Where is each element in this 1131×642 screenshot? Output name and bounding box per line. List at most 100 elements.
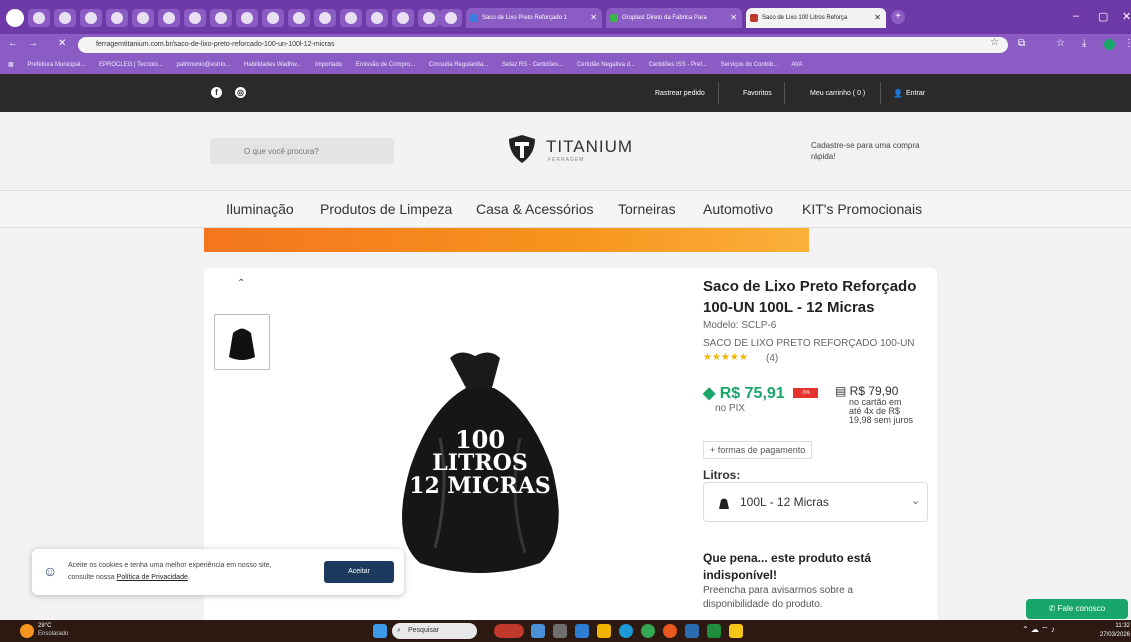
product-thumbnail[interactable] — [214, 314, 270, 370]
bookmark-item[interactable]: EPROCLEG | Tecnolo... — [99, 62, 163, 68]
taskbar-app-icon[interactable] — [663, 624, 677, 638]
pinned-tab[interactable] — [392, 9, 414, 27]
review-count[interactable]: (4) — [766, 353, 778, 364]
unavailable-title: Que pena... este produto está indisponív… — [703, 551, 872, 582]
menu-item-iluminacao[interactable]: Iluminação — [226, 201, 294, 217]
pix-icon: ◆ — [703, 385, 720, 402]
restore-icon[interactable]: ▢ — [1098, 10, 1108, 23]
weather-temp[interactable]: 28°C — [38, 623, 51, 629]
apps-icon[interactable]: ▦ — [8, 62, 14, 68]
tray-icons[interactable]: ⌃ ☁ ⌔ ♪ — [1022, 625, 1055, 635]
pinned-tab[interactable] — [366, 9, 388, 27]
bookmark-icon[interactable]: ☆ — [1056, 38, 1065, 49]
pinned-tab[interactable] — [340, 9, 362, 27]
installments-info: no cartão em até 4x de R$ 19,98 sem juros — [849, 398, 921, 425]
track-order-link[interactable]: Rastrear pedido — [655, 86, 705, 102]
close-icon[interactable]: ✕ — [730, 8, 737, 28]
profile-icon[interactable] — [1104, 39, 1115, 50]
pinned-tab[interactable] — [132, 9, 154, 27]
facebook-icon[interactable]: f — [211, 87, 222, 98]
accept-cookies-button[interactable]: Aceitar — [324, 561, 394, 583]
taskbar-app-icon[interactable] — [575, 624, 589, 638]
browser-tab-active[interactable]: Saco de Lixo 100 Litros Reforça ✕ — [746, 8, 886, 28]
site-logo[interactable]: TITANIUM FERRAGEM — [508, 134, 632, 167]
bookmark-item[interactable]: Certidão Negativa d... — [577, 62, 635, 68]
cart-link[interactable]: Meu carrinho ( 0 ) — [810, 86, 865, 102]
taskbar-app-icon[interactable] — [729, 624, 743, 638]
menu-item-automotivo[interactable]: Automotivo — [703, 201, 773, 217]
menu-item-kits[interactable]: KIT's Promocionais — [802, 201, 922, 217]
extensions-icon[interactable]: ⧉ — [1018, 38, 1025, 49]
pinned-tab[interactable] — [314, 9, 336, 27]
product-main-image[interactable]: 100 LITROS 12 MICRAS — [380, 348, 580, 578]
chevron-up-icon[interactable]: ⌃ — [237, 278, 245, 289]
pinned-tab[interactable] — [236, 9, 258, 27]
signup-link[interactable]: Cadastre-se para uma compra rápida! — [811, 140, 921, 162]
bookmark-item[interactable]: Emissão de Compro... — [356, 62, 415, 68]
pinned-tab[interactable] — [106, 9, 128, 27]
favorites-link[interactable]: Favoritos — [743, 86, 772, 102]
bookmark-item[interactable]: patrimonio@estrio... — [177, 62, 231, 68]
login-link[interactable]: Entrar — [906, 86, 925, 102]
pinned-tab[interactable] — [158, 9, 180, 27]
clock-time[interactable]: 11:32 — [1098, 623, 1130, 629]
download-icon[interactable]: ⤓ — [1082, 38, 1086, 49]
search-input[interactable] — [210, 138, 394, 164]
taskbar-app-icon[interactable] — [494, 624, 524, 638]
taskbar-search[interactable]: ⌕ Pesquisar — [392, 623, 477, 639]
pinned-tab[interactable] — [80, 9, 102, 27]
forward-icon[interactable]: → — [28, 38, 38, 49]
profile-avatar[interactable] — [6, 9, 24, 27]
taskbar-app-icon[interactable] — [707, 624, 721, 638]
menu-item-casa[interactable]: Casa & Acessórios — [476, 201, 594, 217]
stop-icon[interactable]: ✕ — [58, 38, 66, 49]
url-text: ferragemtitanium.com.br/saco-de-lixo-pre… — [96, 41, 335, 48]
pinned-tab[interactable] — [288, 9, 310, 27]
bookmark-item[interactable]: Certidões ISS - Pref... — [649, 62, 707, 68]
pinned-tab[interactable] — [54, 9, 76, 27]
address-bar-row: ← → ✕ ferragemtitanium.com.br/saco-de-li… — [0, 34, 1131, 56]
bookmark-item[interactable]: Prefeitura Municipal... — [27, 62, 85, 68]
taskbar-app-icon[interactable] — [597, 624, 611, 638]
url-field[interactable]: ferragemtitanium.com.br/saco-de-lixo-pre… — [78, 37, 1008, 53]
close-icon[interactable]: ✕ — [874, 8, 881, 28]
taskbar-app-icon[interactable] — [641, 624, 655, 638]
minimize-icon[interactable]: – — [1073, 10, 1079, 22]
start-icon[interactable] — [373, 624, 387, 638]
menu-icon[interactable]: ⋮ — [1124, 38, 1131, 49]
taskbar-app-icon[interactable] — [685, 624, 699, 638]
pinned-tab[interactable] — [210, 9, 232, 27]
site-top-bar: f ◎ Rastrear pedido Favoritos Meu carrin… — [0, 74, 1131, 112]
liters-select[interactable]: 100L - 12 Micras ⌄ — [703, 482, 928, 522]
pinned-tab[interactable] — [440, 9, 462, 27]
pinned-tab[interactable] — [28, 9, 50, 27]
browser-tab[interactable]: Gruplast Direto da Fabrica Para ✕ — [606, 8, 742, 28]
instagram-icon[interactable]: ◎ — [235, 87, 246, 98]
clock-date[interactable]: 27/03/2026 — [1088, 632, 1130, 638]
new-tab-button[interactable]: + — [891, 10, 905, 24]
close-window-icon[interactable]: ✕ — [1122, 10, 1131, 23]
pinned-tab[interactable] — [184, 9, 206, 27]
menu-item-limpeza[interactable]: Produtos de Limpeza — [320, 201, 452, 217]
taskbar-app-icon[interactable] — [531, 624, 545, 638]
cookie-icon: ☺ — [43, 563, 58, 579]
bookmark-item[interactable]: Importado — [315, 62, 342, 68]
close-icon[interactable]: ✕ — [590, 8, 597, 28]
privacy-policy-link[interactable]: Política de Privacidade — [117, 574, 188, 581]
taskbar-app-icon[interactable] — [619, 624, 633, 638]
bookmark-item[interactable]: Sefaz RS - Certidões... — [502, 62, 563, 68]
menu-item-torneiras[interactable]: Torneiras — [618, 201, 676, 217]
pinned-tab[interactable] — [418, 9, 440, 27]
promo-banner[interactable] — [204, 228, 809, 252]
back-icon[interactable]: ← — [8, 38, 18, 49]
star-icon[interactable]: ☆ — [990, 37, 999, 48]
bookmark-item[interactable]: Serviços do Contrib... — [721, 62, 778, 68]
pinned-tab[interactable] — [262, 9, 284, 27]
bookmark-item[interactable]: Habilidades Wadhw... — [244, 62, 301, 68]
taskbar-app-icon[interactable] — [553, 624, 567, 638]
bookmark-item[interactable]: AVA — [791, 62, 802, 68]
payment-options-button[interactable]: + formas de pagamento — [703, 441, 813, 459]
bookmark-item[interactable]: Consulta Regularida... — [429, 62, 488, 68]
browser-tab[interactable]: Saco de Lixo Preto Reforçado 1 ✕ — [466, 8, 602, 28]
chat-button[interactable]: ✆ Fale conosco — [1026, 599, 1128, 619]
